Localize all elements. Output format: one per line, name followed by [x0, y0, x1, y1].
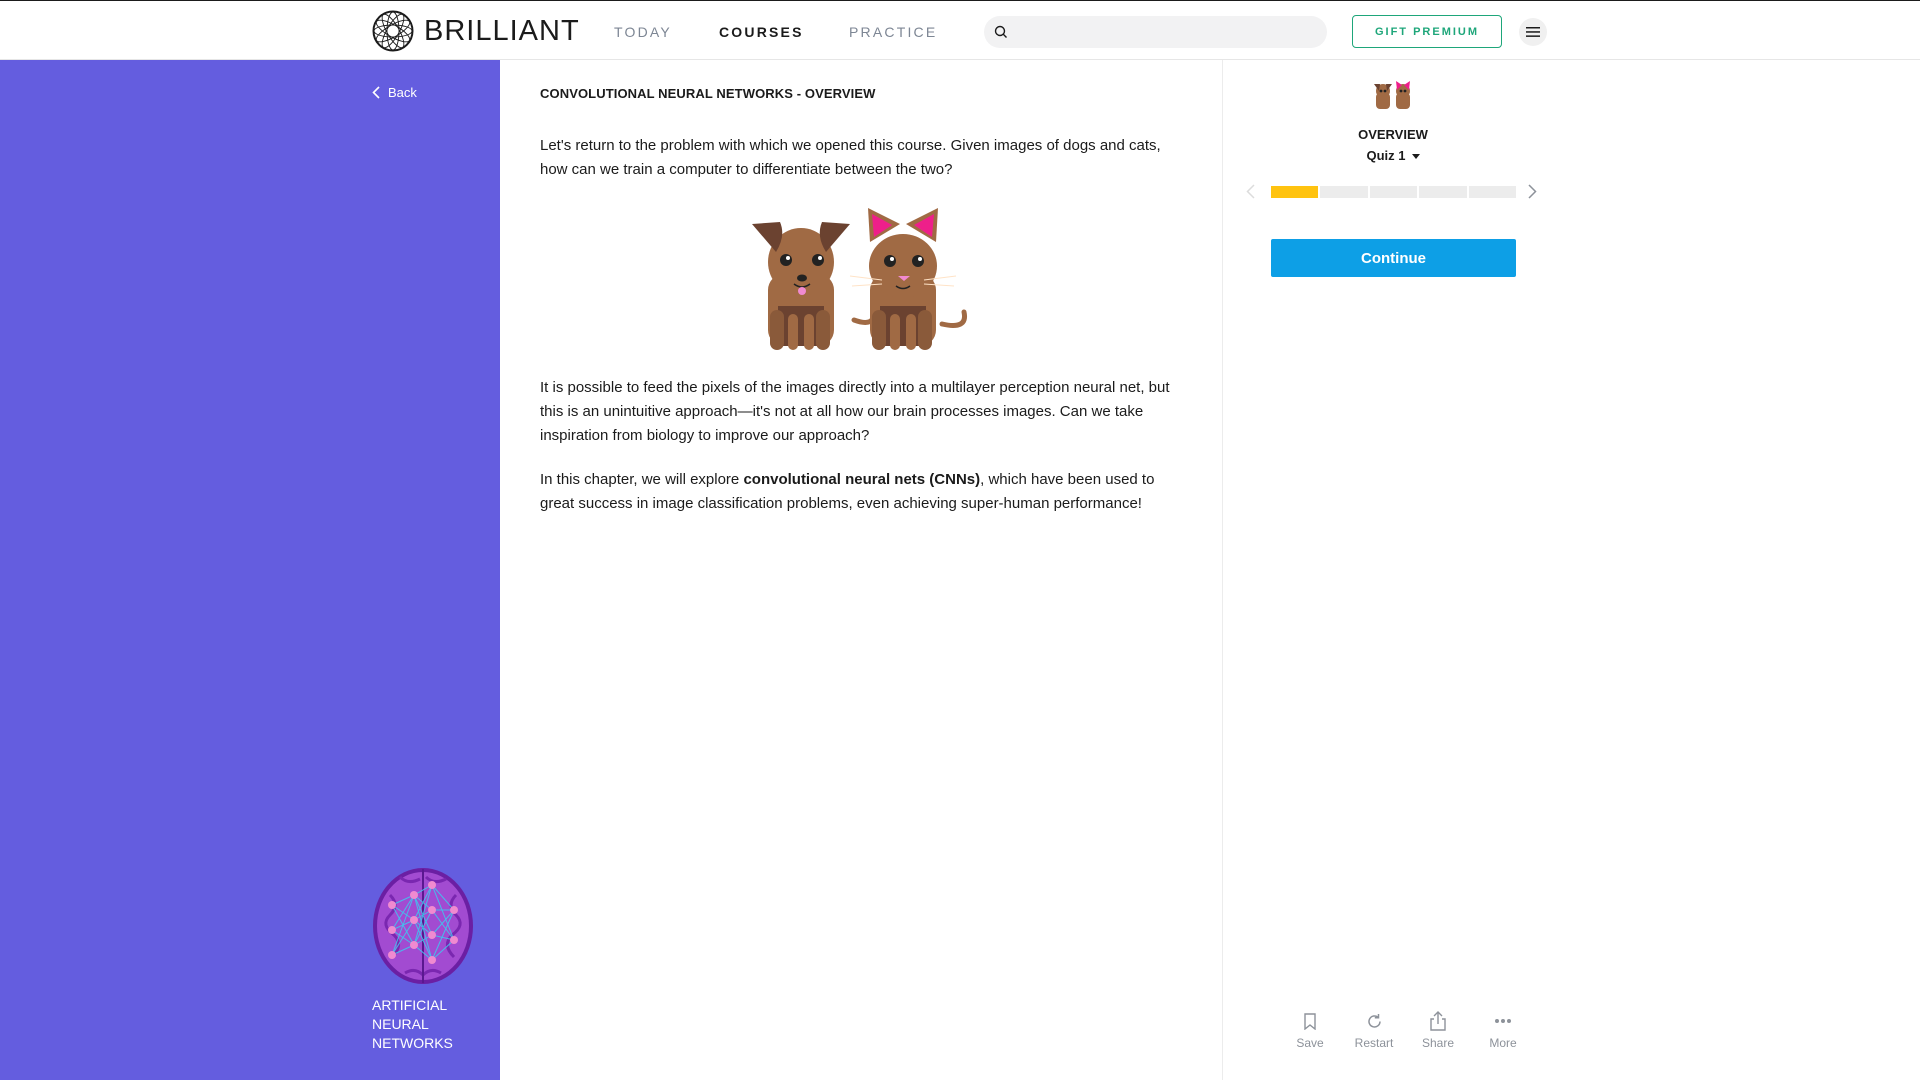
next-arrow[interactable]: [1528, 184, 1537, 204]
save-button[interactable]: Save: [1280, 1010, 1340, 1050]
logo-text: BRILLIANT: [424, 14, 580, 47]
progress-segment[interactable]: [1271, 186, 1319, 198]
share-label: Share: [1421, 1036, 1455, 1050]
progress-segment[interactable]: [1468, 186, 1517, 198]
progress-segment[interactable]: [1369, 186, 1418, 198]
lesson-title: CONVOLUTIONAL NEURAL NETWORKS - OVERVIEW: [540, 86, 876, 101]
bookmark-icon: [1304, 1012, 1316, 1030]
nav-today[interactable]: TODAY: [614, 24, 672, 40]
neural-brain-illustration: [370, 865, 476, 992]
lesson-paragraph-3: In this chapter, we will explore convolu…: [540, 468, 1180, 516]
back-label: Back: [388, 85, 417, 100]
progress-segment[interactable]: [1320, 186, 1368, 198]
lesson-actions: Save Restart Share More: [1280, 1010, 1540, 1060]
nav-courses[interactable]: COURSES: [719, 24, 804, 40]
save-label: Save: [1296, 1036, 1324, 1050]
cat-figure: [849, 208, 968, 350]
dog-and-cat-illustration: [750, 206, 974, 357]
top-header: BRILLIANT TODAY COURSES PRACTICE GIFT PR…: [0, 0, 1920, 60]
chevron-right-icon: [1528, 184, 1537, 199]
hamburger-icon: [1526, 27, 1540, 37]
course-sidebar: Back ARTIFICIAL NEURAL NETWORKS: [0, 60, 500, 1080]
search-icon: [994, 25, 1008, 44]
gift-premium-button[interactable]: GIFT PREMIUM: [1352, 15, 1502, 48]
quiz-label: Quiz 1: [1366, 148, 1406, 163]
restart-button[interactable]: Restart: [1344, 1010, 1404, 1050]
more-label: More: [1489, 1036, 1517, 1050]
lesson-paragraph-1: Let's return to the problem with which w…: [540, 137, 1161, 178]
previous-arrow[interactable]: [1246, 184, 1255, 204]
lesson-paragraph-2: It is possible to feed the pixels of the…: [540, 379, 1170, 444]
course-title[interactable]: ARTIFICIAL NEURAL NETWORKS: [372, 996, 482, 1053]
quiz-panel: OVERVIEW Quiz 1 Continue Save Restart Sh…: [1223, 60, 1563, 1080]
restart-label: Restart: [1354, 1036, 1394, 1050]
caret-down-icon: [1411, 154, 1420, 160]
section-title: OVERVIEW: [1358, 127, 1428, 142]
quiz-progress-bar: [1271, 186, 1517, 198]
quiz-selector[interactable]: Quiz 1: [1223, 148, 1563, 163]
more-button[interactable]: More: [1473, 1010, 1533, 1050]
more-icon: [1495, 1019, 1511, 1023]
paragraph-3-intro: In this chapter, we will explore: [540, 471, 744, 488]
search-bar[interactable]: [984, 16, 1327, 50]
brilliant-logo-icon: [372, 10, 414, 52]
brilliant-logo[interactable]: BRILLIANT: [372, 10, 580, 52]
chevron-left-icon: [372, 86, 380, 99]
chevron-left-icon: [1246, 184, 1255, 199]
continue-button[interactable]: Continue: [1271, 239, 1516, 277]
back-link[interactable]: Back: [372, 85, 417, 100]
restart-icon: [1367, 1013, 1381, 1028]
lesson-content: CONVOLUTIONAL NEURAL NETWORKS - OVERVIEW…: [540, 86, 1180, 512]
share-icon: [1430, 1011, 1446, 1031]
overview-thumbnail-icon: [1373, 80, 1413, 115]
cnn-term: convolutional neural nets (CNNs): [743, 471, 981, 488]
nav-practice[interactable]: PRACTICE: [849, 24, 937, 40]
search-input[interactable]: [1016, 16, 1320, 50]
progress-segment[interactable]: [1419, 186, 1467, 198]
menu-button[interactable]: [1519, 18, 1547, 46]
share-button[interactable]: Share: [1408, 1010, 1468, 1050]
